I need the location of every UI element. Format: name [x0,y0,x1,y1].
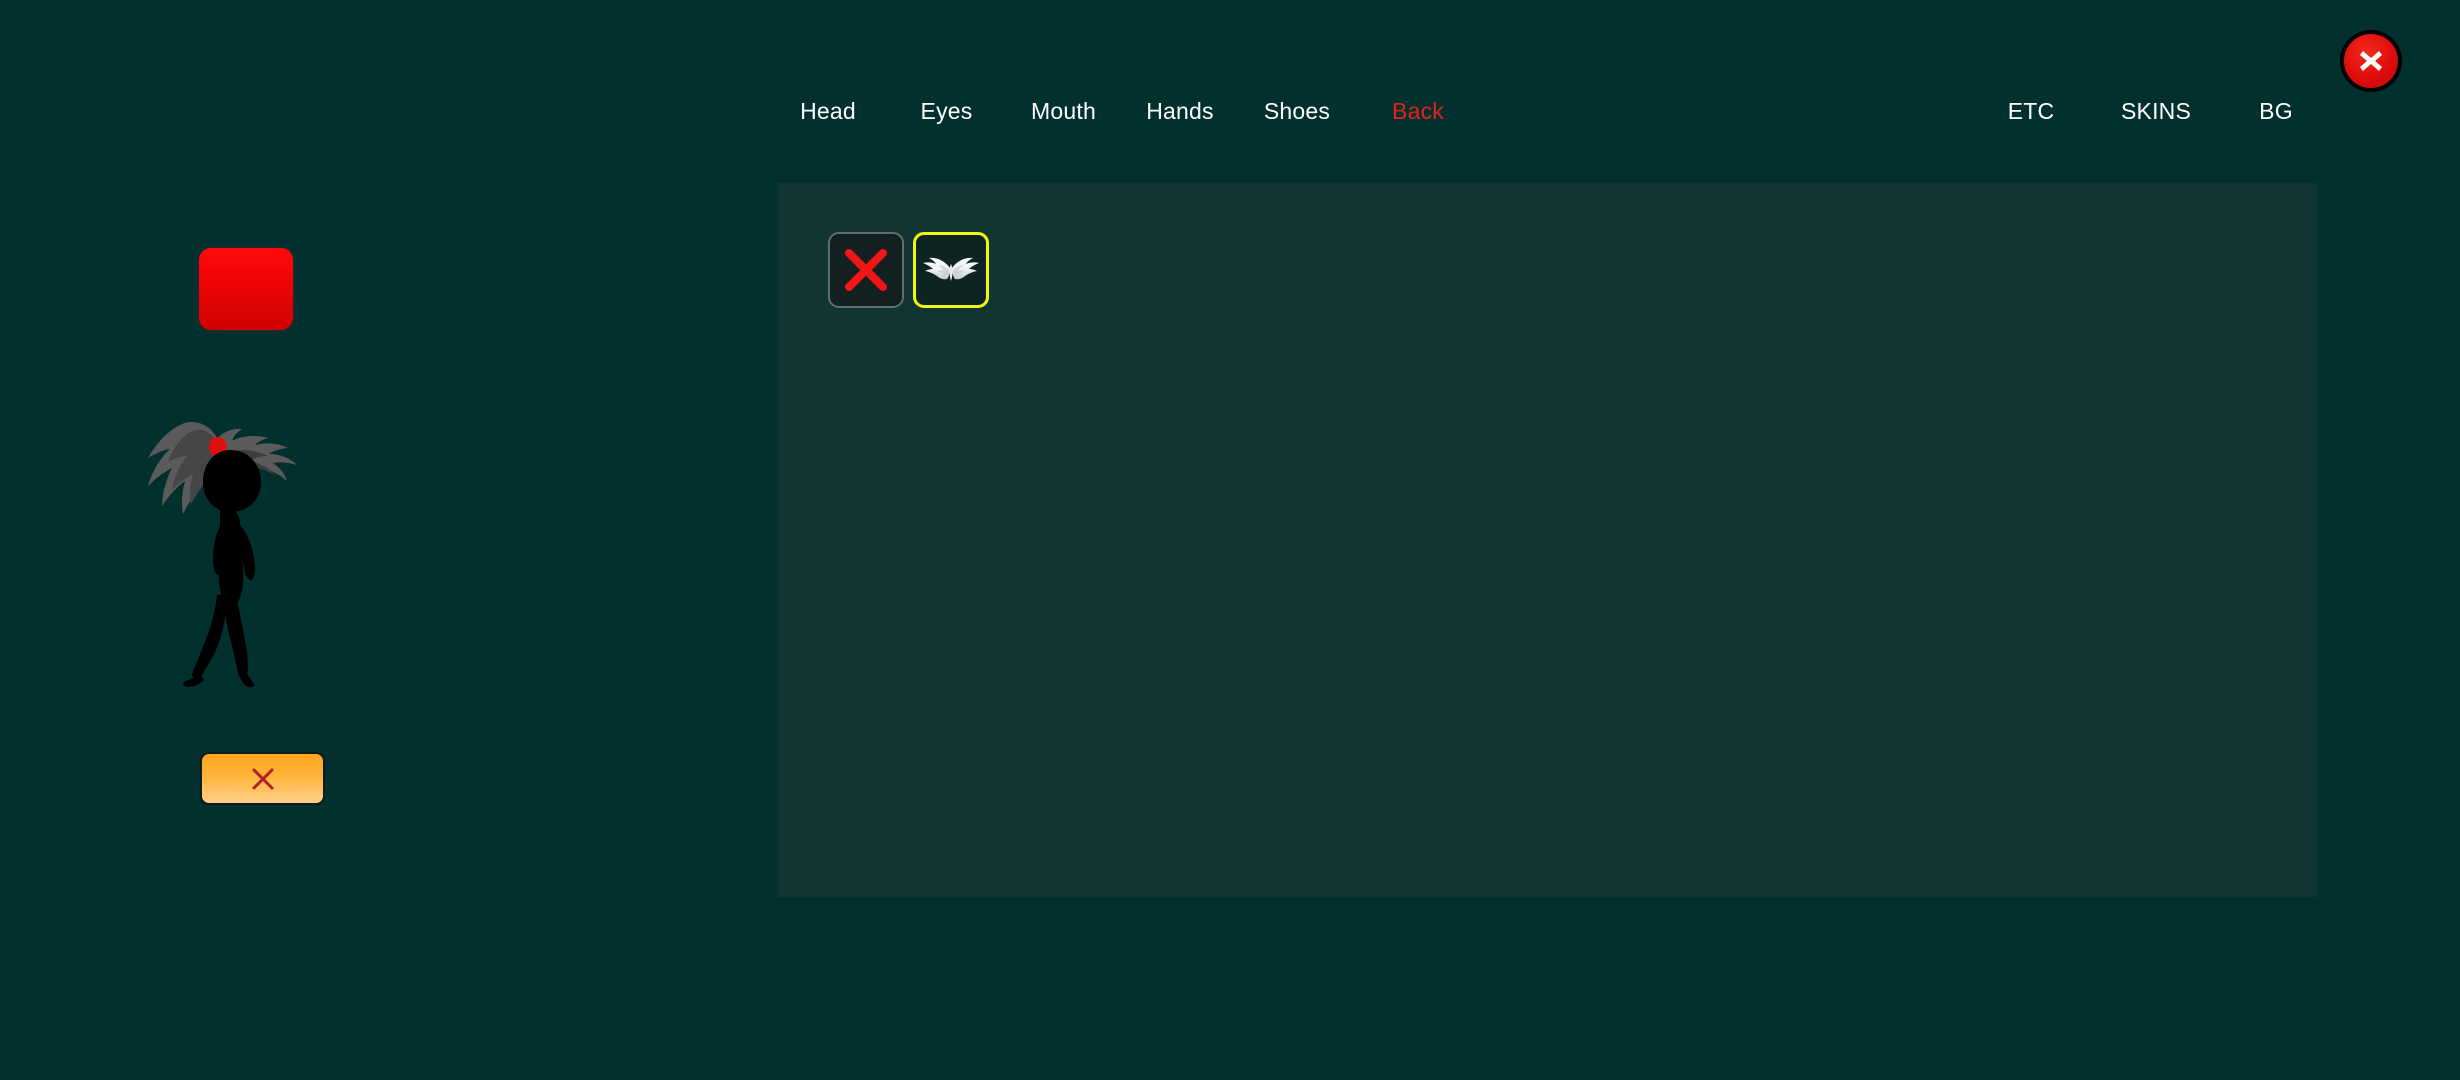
item-slot-row [828,232,989,308]
close-button[interactable] [2340,30,2402,92]
item-slot-wings[interactable] [913,232,989,308]
tab-bg[interactable]: BG [2257,98,2295,125]
clear-item-button[interactable] [200,752,325,805]
item-slot-none[interactable] [828,232,904,308]
close-x-icon [2354,44,2388,78]
tab-hands[interactable]: Hands [1144,98,1216,125]
tab-shoes[interactable]: Shoes [1262,98,1332,125]
red-x-icon [249,765,277,793]
tab-mouth[interactable]: Mouth [1025,98,1102,125]
tab-skins[interactable]: SKINS [2120,98,2192,125]
character-preview [130,388,330,688]
stickman-avatar [130,388,330,688]
tab-head[interactable]: Head [790,98,866,125]
tab-eyes[interactable]: Eyes [908,98,985,125]
white-wings-icon [921,250,981,290]
items-panel [778,183,2317,897]
category-tabs-left: Head Eyes Mouth Hands Shoes Back [790,98,1447,125]
tab-back[interactable]: Back [1389,98,1447,125]
category-tabs-right: ETC SKINS BG [2005,98,2295,125]
tab-etc[interactable]: ETC [2005,98,2057,125]
color-swatch-button[interactable] [199,248,293,330]
red-x-none-icon [840,244,892,296]
